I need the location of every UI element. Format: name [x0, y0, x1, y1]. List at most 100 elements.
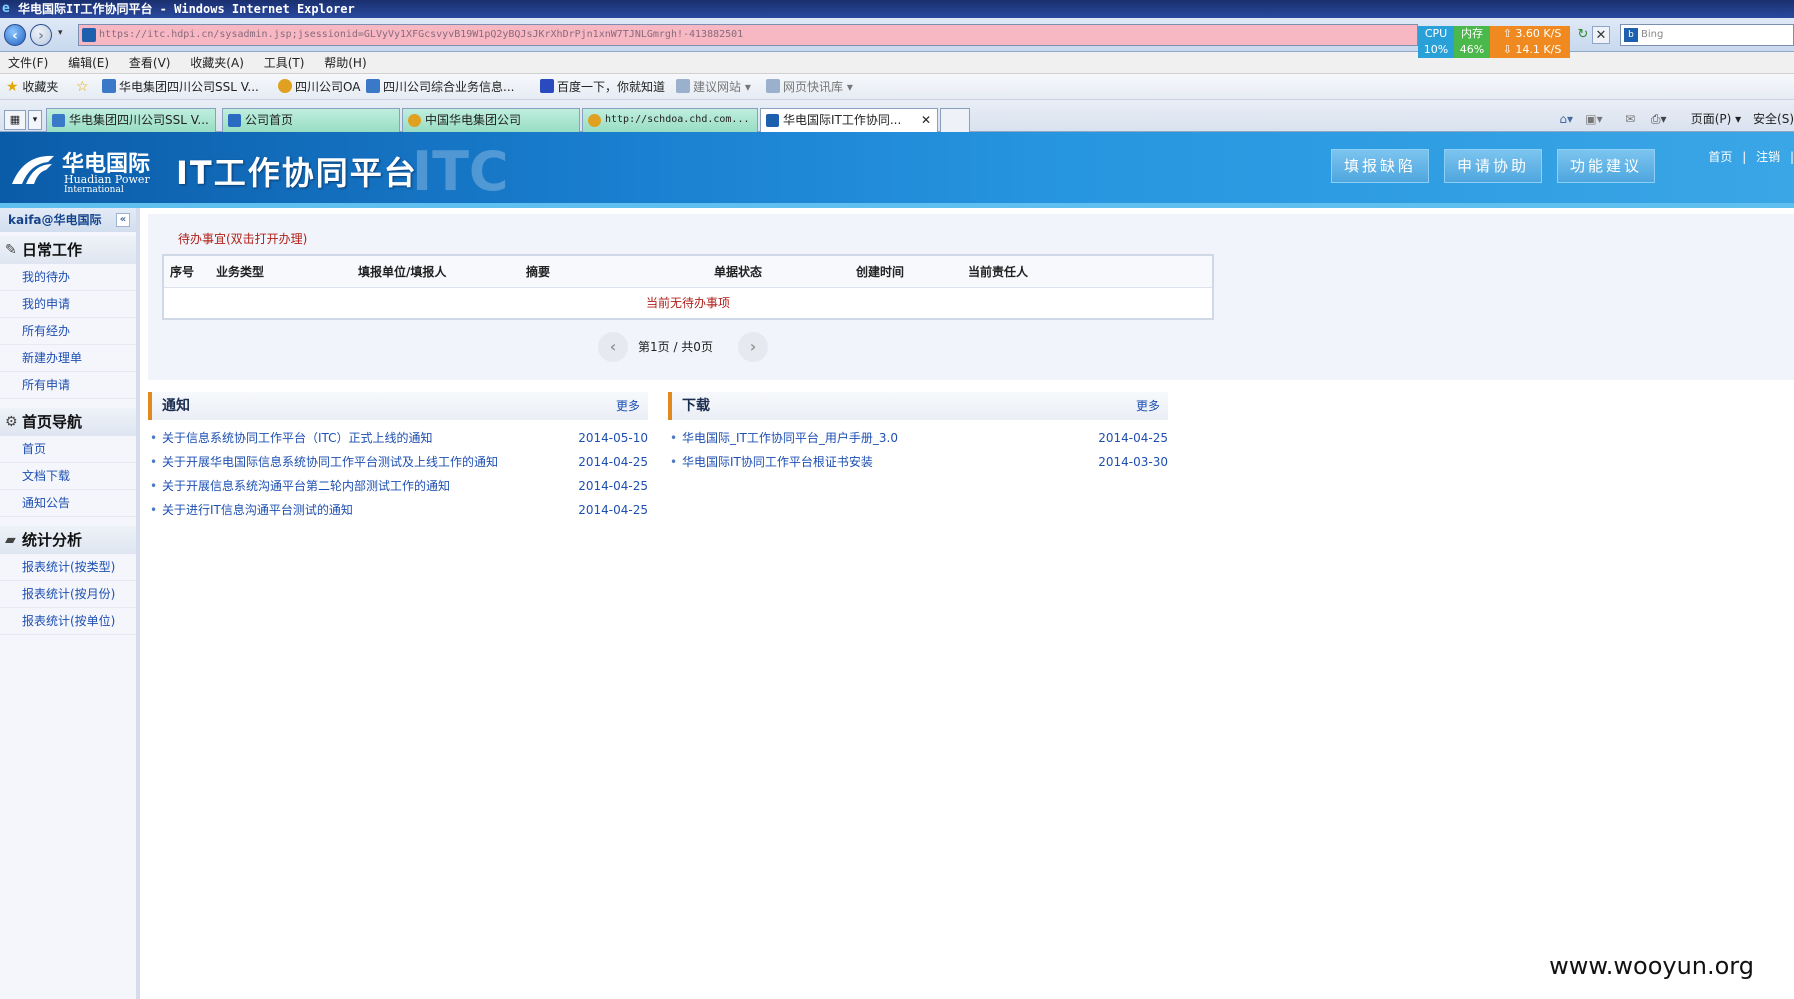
close-tab-icon[interactable]: ✕ — [921, 109, 931, 131]
upload-speed: 3.60 K/S — [1515, 27, 1562, 40]
page-menu-button[interactable]: 页面(P) ▾ — [1691, 112, 1741, 126]
window-title-bar: e 华电国际IT工作协同平台 - Windows Internet Explor… — [0, 0, 1794, 18]
section-home-navigation[interactable]: ⚙ 首页导航 — [0, 408, 136, 436]
logout-link[interactable]: 注销 — [1756, 150, 1780, 164]
add-favorite-icon[interactable]: ☆ — [76, 74, 89, 100]
collapse-sidebar-icon[interactable]: « — [116, 213, 130, 227]
section-daily-work[interactable]: ✎ 日常工作 — [0, 236, 136, 264]
prev-page-icon[interactable]: ‹ — [598, 332, 628, 362]
tab-company-home[interactable]: 公司首页 — [222, 108, 400, 132]
notices-box: 通知 更多 • 关于信息系统协同工作平台（ITC）正式上线的通知 2014-05… — [148, 392, 648, 542]
favorite-link-3[interactable]: 四川公司综合业务信息... — [366, 74, 514, 100]
tab-sichuan-ssl[interactable]: 华电集团四川公司SSL V... — [46, 108, 216, 132]
bing-icon: b — [1624, 28, 1638, 42]
menu-edit[interactable]: 编辑(E) — [60, 52, 117, 74]
tab-china-huadian[interactable]: 中国华电集团公司 — [402, 108, 580, 132]
download-item[interactable]: • 华电国际IT协同工作平台根证书安装 2014-03-30 — [668, 450, 1168, 474]
sidebar-item-home[interactable]: 首页 — [0, 436, 136, 463]
suggested-sites-button[interactable]: 建议网站 ▾ — [676, 74, 751, 100]
oa-icon — [278, 79, 292, 93]
column-responsible[interactable]: 当前责任人 — [968, 256, 1028, 288]
favorite-link-2[interactable]: 四川公司OA — [278, 74, 360, 100]
address-bar[interactable]: https://itc.hdpi.cn/sysadmin.jsp;jsessio… — [78, 24, 1418, 46]
menu-help[interactable]: 帮助(H) — [316, 52, 374, 74]
favorites-button[interactable]: ★ 收藏夹 — [6, 74, 58, 100]
feeds-icon[interactable]: ▣▾ — [1585, 108, 1621, 130]
history-dropdown-icon[interactable]: ▾ — [58, 28, 63, 38]
column-index[interactable]: 序号 — [170, 256, 194, 288]
ie-page-icon — [102, 79, 116, 93]
print-icon[interactable]: ⎙▾ — [1651, 108, 1687, 130]
menu-tools[interactable]: 工具(T) — [256, 52, 313, 74]
address-url: https://itc.hdpi.cn/sysadmin.jsp;jsessio… — [99, 29, 744, 40]
search-placeholder: Bing — [1641, 29, 1664, 40]
site-title: IT工作协同平台 — [176, 154, 418, 192]
menu-favorites[interactable]: 收藏夹(A) — [182, 52, 252, 74]
quick-tabs-icon[interactable]: ▦ — [4, 110, 26, 130]
sidebar-item-my-todo[interactable]: 我的待办 — [0, 264, 136, 291]
tab-schdoa[interactable]: http://schdoa.chd.com... — [582, 108, 758, 132]
favorite-link-1[interactable]: 华电集团四川公司SSL V... — [102, 74, 259, 100]
sidebar-item-report-by-type[interactable]: 报表统计(按类型) — [0, 554, 136, 581]
downloads-more-link[interactable]: 更多 — [1136, 392, 1160, 420]
notice-item[interactable]: • 关于进行IT信息沟通平台测试的通知 2014-04-25 — [148, 498, 648, 522]
column-business-type[interactable]: 业务类型 — [216, 256, 264, 288]
safety-menu-button[interactable]: 安全(S) — [1753, 112, 1794, 126]
feature-suggestion-button[interactable]: 功能建议 — [1557, 149, 1655, 183]
forward-button[interactable]: › — [30, 24, 52, 46]
tab-bar: ▦ ▾ 华电集团四川公司SSL V... 公司首页 中国华电集团公司 http:… — [0, 100, 1794, 133]
sidebar-item-my-requests[interactable]: 我的申请 — [0, 291, 136, 318]
back-button[interactable]: ‹ — [4, 24, 26, 46]
notice-item[interactable]: • 关于开展华电国际信息系统协同工作平台测试及上线工作的通知 2014-04-2… — [148, 450, 648, 474]
column-created-time[interactable]: 创建时间 — [856, 256, 904, 288]
search-input[interactable]: b Bing — [1620, 24, 1794, 46]
favorite-link-4[interactable]: 百度一下，你就知道 — [540, 74, 665, 100]
sidebar-item-all-handled[interactable]: 所有经办 — [0, 318, 136, 345]
stop-icon[interactable]: ✕ — [1592, 26, 1610, 44]
notice-item[interactable]: • 关于信息系统协同工作平台（ITC）正式上线的通知 2014-05-10 — [148, 426, 648, 450]
notices-more-link[interactable]: 更多 — [616, 392, 640, 420]
section-statistics[interactable]: ▰ 统计分析 — [0, 526, 136, 554]
downloads-header: 下载 更多 — [668, 392, 1168, 420]
sidebar-item-notices[interactable]: 通知公告 — [0, 490, 136, 517]
ie-page-icon — [676, 79, 690, 93]
refresh-icon[interactable]: ↻ — [1574, 26, 1592, 44]
column-status[interactable]: 单据状态 — [714, 256, 762, 288]
chart-folder-icon: ▰ — [5, 532, 16, 548]
memory-value: 46% — [1459, 43, 1485, 56]
menu-view[interactable]: 查看(V) — [121, 52, 179, 74]
sidebar-item-report-by-month[interactable]: 报表统计(按月份) — [0, 581, 136, 608]
todo-panel: 待办事宜(双击打开办理) 序号 业务类型 填报单位/填报人 摘要 单据状态 创建… — [148, 214, 1794, 380]
new-tab-button[interactable] — [940, 108, 970, 132]
tab-list-dropdown-icon[interactable]: ▾ — [28, 110, 42, 130]
mail-icon[interactable]: ✉ — [1625, 108, 1647, 130]
sidebar-item-new-form[interactable]: 新建办理单 — [0, 345, 136, 372]
todo-table-header: 序号 业务类型 填报单位/填报人 摘要 单据状态 创建时间 当前责任人 — [164, 256, 1212, 288]
sidebar-item-report-by-unit[interactable]: 报表统计(按单位) — [0, 608, 136, 635]
notices-header: 通知 更多 — [148, 392, 648, 420]
download-item[interactable]: • 华电国际_IT工作协同平台_用户手册_3.0 2014-04-25 — [668, 426, 1168, 450]
home-link[interactable]: 首页 — [1708, 150, 1732, 164]
memory-label: 内存 — [1461, 27, 1483, 40]
cpu-label: CPU — [1424, 27, 1448, 40]
window-title: 华电国际IT工作协同平台 - Windows Internet Explorer — [18, 2, 355, 16]
request-assistance-button[interactable]: 申请协助 — [1444, 149, 1542, 183]
tab-itc-platform[interactable]: 华电国际IT工作协同... ✕ — [760, 108, 938, 133]
upload-arrow-icon: ⇧ — [1502, 27, 1516, 40]
web-slice-gallery-button[interactable]: 网页快讯库 ▾ — [766, 74, 853, 100]
ie-page-icon — [766, 79, 780, 93]
report-defect-button[interactable]: 填报缺陷 — [1331, 149, 1429, 183]
gear-icon: ⚙ — [5, 414, 18, 430]
notice-item[interactable]: • 关于开展信息系统沟通平台第二轮内部测试工作的通知 2014-04-25 — [148, 474, 648, 498]
sidebar-item-document-download[interactable]: 文档下载 — [0, 463, 136, 490]
system-monitor-widget: CPU 10% 内存 46% ⇧ 3.60 K/S ⇩ 14.1 K/S — [1418, 26, 1570, 62]
home-icon[interactable]: ⌂▾ — [1559, 108, 1581, 130]
menu-file[interactable]: 文件(F) — [0, 52, 56, 74]
todo-empty-message: 当前无待办事项 — [645, 296, 730, 310]
column-summary[interactable]: 摘要 — [526, 256, 550, 288]
ie-page-icon — [366, 79, 380, 93]
sidebar-item-all-requests[interactable]: 所有申请 — [0, 372, 136, 399]
favorites-bar: ★ 收藏夹 ☆ 华电集团四川公司SSL V... 四川公司OA 四川公司综合业务… — [0, 74, 1794, 100]
next-page-icon[interactable]: › — [738, 332, 768, 362]
column-reporter[interactable]: 填报单位/填报人 — [358, 256, 446, 288]
